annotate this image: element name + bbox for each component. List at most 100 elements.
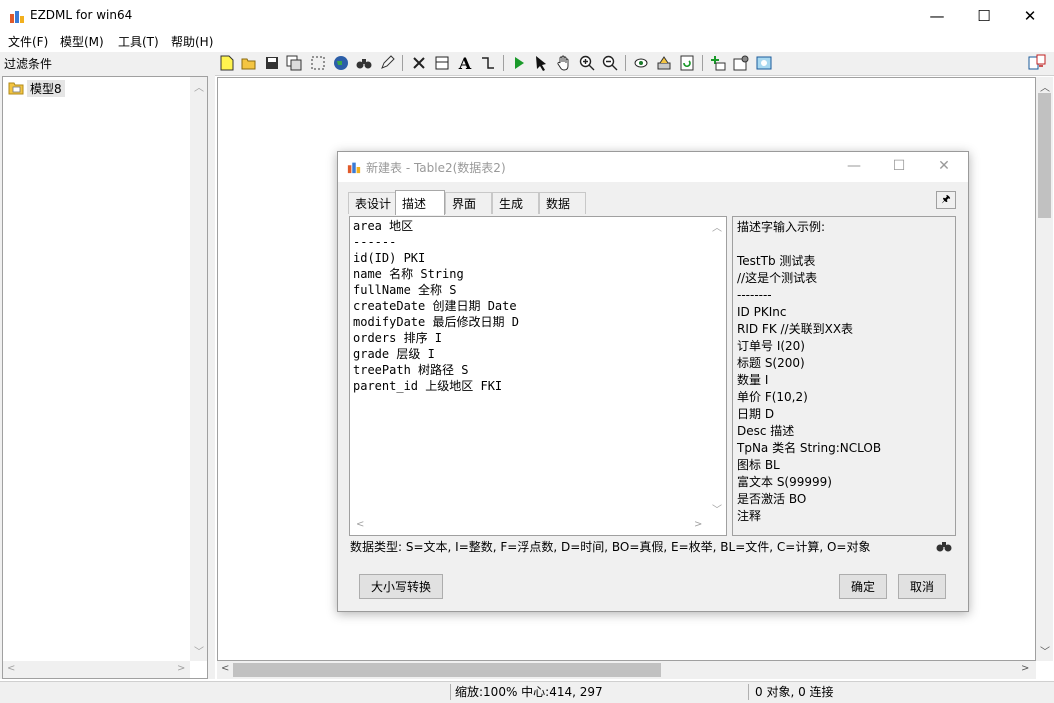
tab-description[interactable]: 描述 (395, 190, 445, 215)
editor-line: area 地区 (353, 218, 519, 234)
editor-line: treePath 树路径 S (353, 362, 519, 378)
text-icon[interactable]: A (456, 54, 474, 72)
zoom-in-icon[interactable] (578, 54, 596, 72)
delete-icon[interactable] (410, 54, 428, 72)
status-separator (748, 684, 749, 700)
title-bar (0, 0, 1054, 32)
tab-data[interactable]: 数据 (539, 192, 586, 214)
help-line: 单价 F(10,2) (737, 389, 881, 406)
settings-icon[interactable] (732, 54, 750, 72)
help-line: RID FK //关联到XX表 (737, 321, 881, 338)
maximize-button[interactable]: ☐ (961, 0, 1007, 32)
switch-icon[interactable] (1028, 54, 1046, 72)
zoom-out-icon[interactable] (601, 54, 619, 72)
minimize-button[interactable]: — (914, 0, 960, 32)
table-icon[interactable] (433, 54, 451, 72)
link-icon[interactable] (479, 54, 497, 72)
binoculars-icon[interactable] (936, 539, 952, 553)
editor-vertical-scrollbar[interactable]: ︿ ﹀ (708, 217, 726, 517)
save-icon[interactable] (263, 54, 281, 72)
close-button[interactable]: ✕ (1007, 0, 1053, 32)
menu-file[interactable]: 文件(F) (8, 33, 48, 50)
image-icon[interactable] (655, 54, 673, 72)
help-line: -------- (737, 287, 881, 304)
cancel-button[interactable]: 取消 (898, 574, 946, 599)
scroll-up-icon[interactable]: ︿ (194, 79, 204, 94)
scroll-down-icon[interactable]: ﹀ (194, 643, 204, 658)
canvas-vertical-thumb[interactable] (1038, 93, 1051, 218)
find-icon[interactable] (355, 54, 373, 72)
scroll-down-icon[interactable]: ﹀ (1040, 643, 1050, 658)
toolbar-separator (503, 55, 504, 71)
editor-line: id(ID) PKI (353, 250, 519, 266)
editor-line: ------ (353, 234, 519, 250)
tree-horizontal-scrollbar[interactable]: < > (3, 661, 190, 678)
refresh-icon[interactable] (678, 54, 696, 72)
filter-label[interactable]: 过滤条件 (4, 55, 52, 72)
canvas-horizontal-thumb[interactable] (233, 663, 661, 677)
status-objects: 0 对象, 0 连接 (755, 683, 834, 700)
tab-table-design[interactable]: 表设计 (348, 192, 398, 214)
editor-line: name 名称 String (353, 266, 519, 282)
scroll-up-icon[interactable]: ︿ (712, 219, 722, 234)
help-line: 标题 S(200) (737, 355, 881, 372)
eye-icon[interactable] (632, 54, 650, 72)
ok-button[interactable]: 确定 (839, 574, 887, 599)
help-line: 订单号 I(20) (737, 338, 881, 355)
editor-line: createDate 创建日期 Date (353, 298, 519, 314)
picture-icon[interactable] (755, 54, 773, 72)
dialog-maximize-button[interactable]: ☐ (877, 152, 921, 180)
scroll-right-icon[interactable]: > (694, 519, 702, 530)
editor-line: fullName 全称 S (353, 282, 519, 298)
help-line: 注释 (737, 508, 881, 525)
help-line: 图标 BL (737, 457, 881, 474)
copy-model-icon[interactable] (285, 54, 303, 72)
scroll-left-icon[interactable]: < (221, 663, 229, 674)
pin-button[interactable]: 🖈 (936, 191, 956, 209)
editor-line: parent_id 上级地区 FKI (353, 378, 519, 394)
globe-icon[interactable] (332, 54, 350, 72)
scroll-up-icon[interactable]: ︿ (1040, 79, 1050, 94)
editor-line: orders 排序 I (353, 330, 519, 346)
case-convert-button[interactable]: 大小写转换 (359, 574, 443, 599)
scroll-left-icon[interactable]: < (356, 519, 364, 530)
help-line: ID PKInc (737, 304, 881, 321)
pointer-icon[interactable] (532, 54, 550, 72)
help-line (737, 236, 881, 253)
help-line: //这是个测试表 (737, 270, 881, 287)
open-icon[interactable] (240, 54, 258, 72)
tree-item-label: 模型8 (27, 80, 65, 97)
scroll-right-icon[interactable]: > (1021, 663, 1029, 674)
select-area-icon[interactable] (309, 54, 327, 72)
tab-interface[interactable]: 界面 (445, 192, 492, 214)
dialog-minimize-button[interactable]: — (832, 152, 876, 180)
toolbar-separator (402, 55, 403, 71)
new-icon[interactable] (218, 54, 236, 72)
app-title: EZDML for win64 (30, 8, 132, 22)
data-type-hint: 数据类型: S=文本, I=整数, F=浮点数, D=时间, BO=真假, E=… (350, 538, 870, 555)
menu-help[interactable]: 帮助(H) (171, 33, 213, 50)
scroll-left-icon[interactable]: < (7, 663, 15, 674)
menu-model[interactable]: 模型(M) (60, 33, 104, 50)
hand-icon[interactable] (555, 54, 573, 72)
menu-tools[interactable]: 工具(T) (118, 33, 159, 50)
dialog-close-button[interactable]: ✕ (922, 152, 966, 180)
scroll-down-icon[interactable]: ﹀ (712, 501, 722, 516)
dialog-title: 新建表 - Table2(数据表2) (366, 159, 506, 176)
description-text[interactable]: area 地区------id(ID) PKIname 名称 Stringful… (353, 218, 519, 394)
editor-line: modifyDate 最后修改日期 D (353, 314, 519, 330)
model-tree[interactable] (2, 76, 208, 679)
panel-splitter[interactable] (210, 52, 215, 679)
help-line: 富文本 S(99999) (737, 474, 881, 491)
play-icon[interactable] (510, 54, 528, 72)
pencil-icon[interactable] (378, 54, 396, 72)
status-zoom: 缩放:100% 中心:414, 297 (455, 683, 603, 700)
add-icon[interactable] (709, 54, 727, 72)
tree-item-model[interactable]: 模型8 (8, 79, 65, 97)
editor-horizontal-scrollbar[interactable]: < > (350, 517, 708, 535)
help-line: 数量 I (737, 372, 881, 389)
tab-generate[interactable]: 生成 (492, 192, 539, 214)
tree-vertical-scrollbar[interactable]: ︿ ﹀ (190, 77, 207, 661)
scroll-right-icon[interactable]: > (177, 663, 185, 674)
editor-line: grade 层级 I (353, 346, 519, 362)
